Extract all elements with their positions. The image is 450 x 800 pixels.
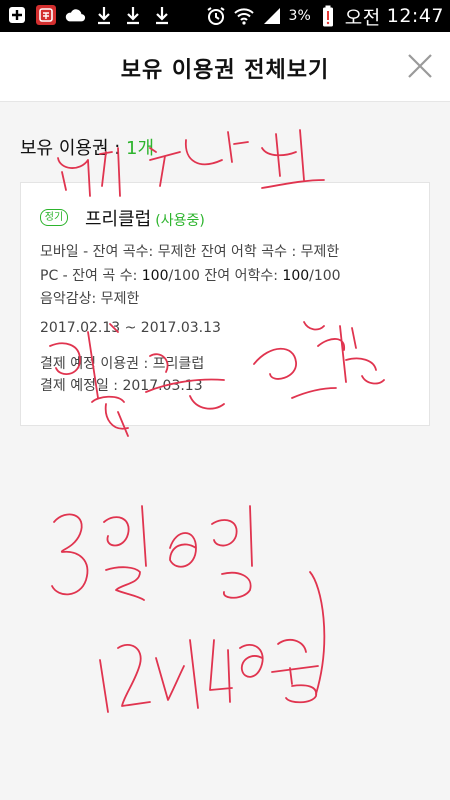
add-icon: [6, 4, 28, 26]
pass-status: (사용중): [155, 213, 205, 229]
pass-name: 프리클럽: [85, 209, 152, 230]
close-button[interactable]: [404, 50, 436, 82]
signal-icon: [261, 5, 283, 27]
status-bar: 3% 오전 12:47: [0, 0, 450, 32]
notification-icons: [6, 4, 173, 26]
pass-count-label: 보유 이용권 :: [20, 138, 121, 159]
mobile-remaining: 모바일 - 잔여 곡수: 무제한 잔여 어학 곡수 : 무제한: [40, 244, 340, 260]
pc-lang-total: /100: [309, 268, 341, 284]
pc-songs-total: /100 잔여 어학수:: [168, 268, 283, 284]
pass-card[interactable]: 정기 프리클럽 (사용중) 모바일 - 잔여 곡수: 무제한 잔여 어학 곡수 :…: [20, 182, 430, 426]
status-ampm: 오전: [344, 6, 381, 29]
battery-percent: 3%: [288, 8, 311, 24]
next-payment-date: 결제 예정일 : 2017.03.13: [40, 378, 203, 394]
download-icon: [151, 4, 173, 26]
pc-lang-value: 100: [282, 268, 310, 284]
close-icon: [408, 54, 432, 78]
system-status: 3% 오전 12:47: [205, 3, 444, 29]
status-time: 12:47: [386, 5, 444, 27]
page-title: 보유 이용권 전체보기: [120, 58, 330, 83]
battery-low-icon: [317, 5, 339, 27]
wifi-icon: [233, 5, 255, 27]
page-header: 보유 이용권 전체보기: [0, 32, 450, 102]
cloud-icon: [64, 4, 86, 26]
music-listening: 음악감상: 무제한: [40, 291, 140, 307]
pass-count-value: 1개: [126, 138, 155, 159]
pass-period: 2017.02.13 ~ 2017.03.13: [40, 320, 221, 336]
pass-count-summary: 보유 이용권 : 1개: [20, 134, 154, 160]
pc-songs-value: 100: [141, 268, 169, 284]
alarm-icon: [205, 5, 227, 27]
download-icon: [93, 4, 115, 26]
app-notification-icon: [35, 4, 57, 26]
pc-remaining-prefix: PC - 잔여 곡 수:: [40, 268, 142, 284]
download-icon: [122, 4, 144, 26]
subscription-badge: 정기: [40, 209, 68, 226]
pass-title: 프리클럽 (사용중): [85, 205, 205, 231]
next-payment-pass: 결제 예정 이용권 : 프리클럽: [40, 356, 205, 372]
pc-remaining: PC - 잔여 곡 수: 100/100 잔여 어학수: 100/100: [40, 265, 341, 285]
